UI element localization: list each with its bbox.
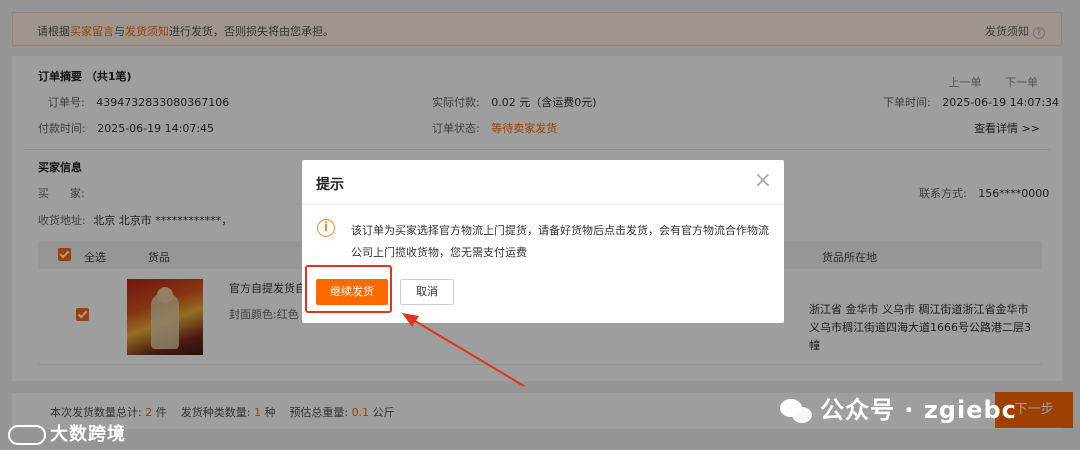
watermark-left: 大数跨境 bbox=[8, 420, 126, 446]
dialog-title: 提示 bbox=[316, 177, 344, 193]
watermark-right: 公众号 · zgiebc bbox=[780, 390, 1017, 425]
cancel-button[interactable]: 取消 bbox=[400, 279, 454, 305]
divider bbox=[302, 204, 784, 205]
brand-logo-icon bbox=[8, 425, 46, 445]
highlight-box bbox=[305, 265, 392, 313]
watermark-left-text: 大数跨境 bbox=[50, 424, 126, 445]
watermark-right-text: 公众号 · zgiebc bbox=[820, 396, 1017, 424]
close-icon[interactable]: × bbox=[754, 170, 772, 192]
wechat-icon bbox=[780, 397, 814, 425]
info-icon: i bbox=[317, 219, 335, 237]
dialog-message: 该订单为买家选择官方物流上门提货，请备好货物后点击发货，会有官方物流合作物流公司… bbox=[351, 224, 769, 259]
